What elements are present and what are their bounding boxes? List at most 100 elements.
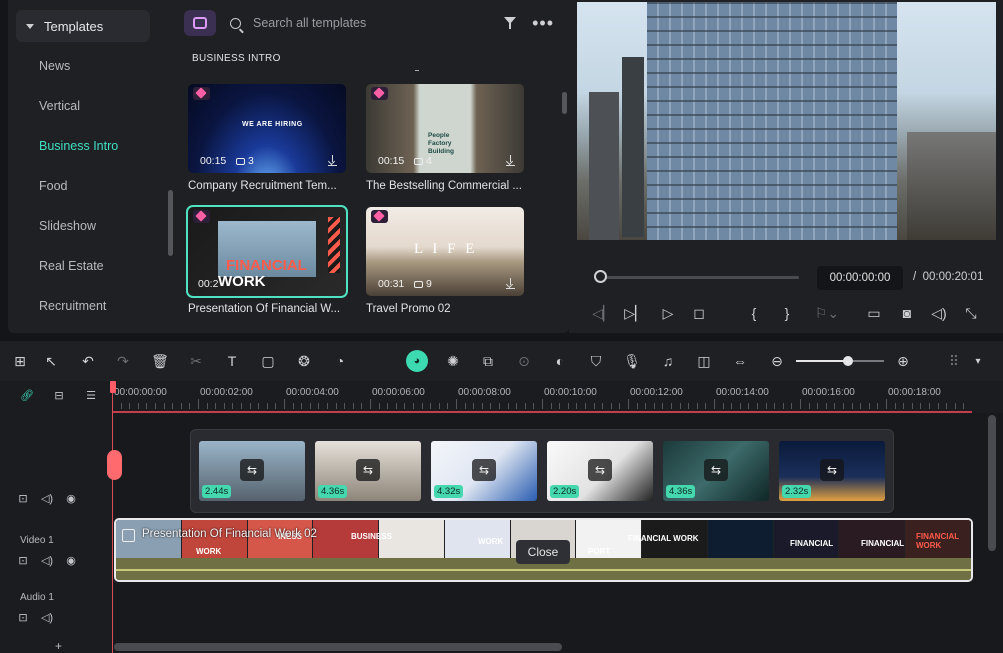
download-icon[interactable] bbox=[506, 155, 515, 166]
timeline-ruler[interactable]: 00:00:00:00 00:00:02:00 00:00:04:00 00:00:0… bbox=[112, 381, 1003, 413]
category-vertical[interactable]: Vertical bbox=[39, 96, 118, 136]
download-icon[interactable] bbox=[506, 278, 515, 289]
volume-icon[interactable]: ◁) bbox=[930, 304, 948, 322]
lock-track-icon[interactable]: ⊡ bbox=[16, 611, 30, 624]
template-card[interactable]: People Factory Building 00:15 4 The Best… bbox=[366, 84, 524, 192]
delete-icon[interactable]: 🗑︎ bbox=[150, 351, 170, 371]
more-options-icon[interactable]: ••• bbox=[532, 14, 554, 32]
ruler-tick-label: 00:00:10:00 bbox=[544, 387, 597, 398]
microphone-icon[interactable]: 🎙︎ bbox=[622, 351, 642, 371]
mute-track-icon[interactable]: ◁) bbox=[40, 492, 54, 505]
grid-menu-icon[interactable]: ⠿ bbox=[944, 351, 964, 371]
vertical-scrollbar[interactable] bbox=[988, 415, 996, 551]
step-play-icon[interactable]: ▷▏ bbox=[624, 304, 646, 322]
effects-icon[interactable]: ✺ bbox=[443, 351, 463, 371]
zoom-in-icon[interactable]: ⊕ bbox=[893, 351, 913, 371]
group-clip[interactable]: ⇆ 2.32s bbox=[779, 441, 885, 501]
marker-dropdown-icon[interactable]: ⚐⌄ bbox=[812, 304, 842, 322]
cut-icon[interactable]: ✂ bbox=[186, 351, 206, 371]
ruler-tick bbox=[886, 399, 887, 409]
group-clip[interactable]: ⇆ 2.44s bbox=[199, 441, 305, 501]
play-icon[interactable]: ▷ bbox=[660, 304, 676, 322]
mute-track-icon[interactable]: ◁) bbox=[40, 554, 54, 567]
search-input[interactable] bbox=[253, 16, 505, 30]
add-track-icon[interactable]: ⊟ bbox=[52, 389, 66, 402]
stop-icon[interactable]: ◻ bbox=[691, 304, 707, 322]
fullscreen-icon[interactable]: ⤡ bbox=[962, 304, 980, 322]
mute-track-icon[interactable]: ◁) bbox=[40, 611, 54, 624]
category-scrollbar[interactable] bbox=[168, 190, 173, 256]
library-scrollbar[interactable] bbox=[562, 92, 567, 114]
filter-icon[interactable] bbox=[504, 16, 518, 30]
display-icon[interactable]: ▭ bbox=[865, 304, 883, 322]
close-button[interactable]: Close bbox=[516, 540, 570, 564]
category-slideshow[interactable]: Slideshow bbox=[39, 216, 118, 256]
replace-icon[interactable]: ⇆ bbox=[704, 459, 728, 481]
group-clip[interactable]: ⇆ 4.36s bbox=[315, 441, 421, 501]
zoom-slider-handle[interactable] bbox=[843, 356, 853, 366]
zoom-out-icon[interactable]: ⊖ bbox=[767, 351, 787, 371]
visibility-icon[interactable]: ◉ bbox=[64, 492, 78, 505]
replace-icon[interactable]: ⇆ bbox=[356, 459, 380, 481]
replace-icon[interactable]: ⇆ bbox=[240, 459, 264, 481]
track-settings-icon[interactable]: ☰ bbox=[84, 389, 98, 402]
mark-in-icon[interactable]: { bbox=[747, 304, 761, 322]
mark-out-icon[interactable]: } bbox=[780, 304, 794, 322]
template-card-selected[interactable]: FINANCIAL WORK 00:2 Presentation Of Fina… bbox=[186, 205, 348, 315]
ruler-tick bbox=[868, 403, 870, 409]
category-food[interactable]: Food bbox=[39, 176, 118, 216]
horizontal-scrollbar[interactable] bbox=[114, 643, 562, 651]
ruler-tick bbox=[395, 403, 397, 409]
dropdown-icon[interactable]: ▾ bbox=[968, 351, 988, 371]
ai-copilot-icon[interactable]: ◕ bbox=[406, 350, 428, 372]
playback-scrubber[interactable] bbox=[600, 276, 799, 279]
playhead-handle[interactable] bbox=[107, 450, 122, 480]
ai-speed-icon[interactable]: ◔ bbox=[330, 351, 350, 371]
text-icon[interactable]: T bbox=[222, 351, 242, 371]
layout-icon[interactable]: ⊞ bbox=[10, 351, 30, 371]
camera-icon[interactable]: ⊙ bbox=[514, 351, 534, 371]
download-icon[interactable] bbox=[328, 155, 337, 166]
category-recruitment[interactable]: Recruitment bbox=[39, 296, 118, 336]
record-icon[interactable]: ◫ bbox=[694, 351, 714, 371]
category-real-estate[interactable]: Real Estate bbox=[39, 256, 118, 296]
preview-panel: 00:00:00:00 / 00:00:20:01 ◁▏ ▷▏ ▷ ◻ { } … bbox=[569, 0, 1003, 333]
redo-icon[interactable]: ↷ bbox=[113, 351, 133, 371]
template-card[interactable]: WE ARE HIRING 00:15 3 Company Recruitmen… bbox=[188, 84, 346, 192]
add-track-button[interactable]: + bbox=[55, 639, 62, 653]
ruler-tick bbox=[567, 403, 569, 409]
category-news[interactable]: News bbox=[39, 56, 118, 96]
shield-icon[interactable]: ⛉ bbox=[586, 351, 606, 371]
speed-icon[interactable]: ◐ bbox=[550, 351, 570, 371]
group-clip[interactable]: ⇆ 4.36s bbox=[663, 441, 769, 501]
color-icon[interactable]: ❂ bbox=[294, 351, 314, 371]
replace-icon[interactable]: ⇆ bbox=[472, 459, 496, 481]
visibility-icon[interactable]: ◉ bbox=[64, 554, 78, 567]
lock-track-icon[interactable]: ⊡ bbox=[16, 554, 30, 567]
group-clip[interactable]: ⇆ 4.32s bbox=[431, 441, 537, 501]
ruler-tick bbox=[903, 403, 905, 409]
template-badge-icon[interactable] bbox=[184, 10, 216, 36]
crop-icon[interactable]: ▢ bbox=[258, 351, 278, 371]
group-clip[interactable]: ⇆ 2.20s bbox=[547, 441, 653, 501]
ruler-tick bbox=[894, 403, 896, 409]
scrubber-handle[interactable] bbox=[594, 270, 607, 283]
replace-icon[interactable]: ⇆ bbox=[588, 459, 612, 481]
music-icon[interactable]: ♫ bbox=[658, 351, 678, 371]
current-time-display[interactable]: 00:00:00:00 bbox=[817, 266, 903, 290]
templates-category-header[interactable]: Templates bbox=[16, 10, 150, 42]
ai-tools-icon[interactable]: ⧉ bbox=[478, 351, 498, 371]
thumbnail-text: WE ARE HIRING bbox=[242, 121, 303, 128]
playhead-marker[interactable] bbox=[110, 381, 116, 393]
split-icon[interactable]: ⇔ bbox=[730, 351, 750, 371]
template-card[interactable]: L I F E 00:31 9 Travel Promo 02 bbox=[366, 207, 524, 315]
lock-track-icon[interactable]: ⊡ bbox=[16, 492, 30, 505]
ruler-tick bbox=[524, 403, 526, 409]
undo-icon[interactable]: ↶ bbox=[78, 351, 98, 371]
category-business-intro[interactable]: Business Intro bbox=[39, 136, 118, 176]
prev-frame-icon[interactable]: ◁▏ bbox=[592, 304, 614, 322]
select-tool-icon[interactable]: ↖ bbox=[41, 351, 61, 371]
link-icon[interactable]: 🔗︎ bbox=[20, 389, 34, 402]
replace-icon[interactable]: ⇆ bbox=[820, 459, 844, 481]
snapshot-icon[interactable]: ◙ bbox=[898, 304, 916, 322]
